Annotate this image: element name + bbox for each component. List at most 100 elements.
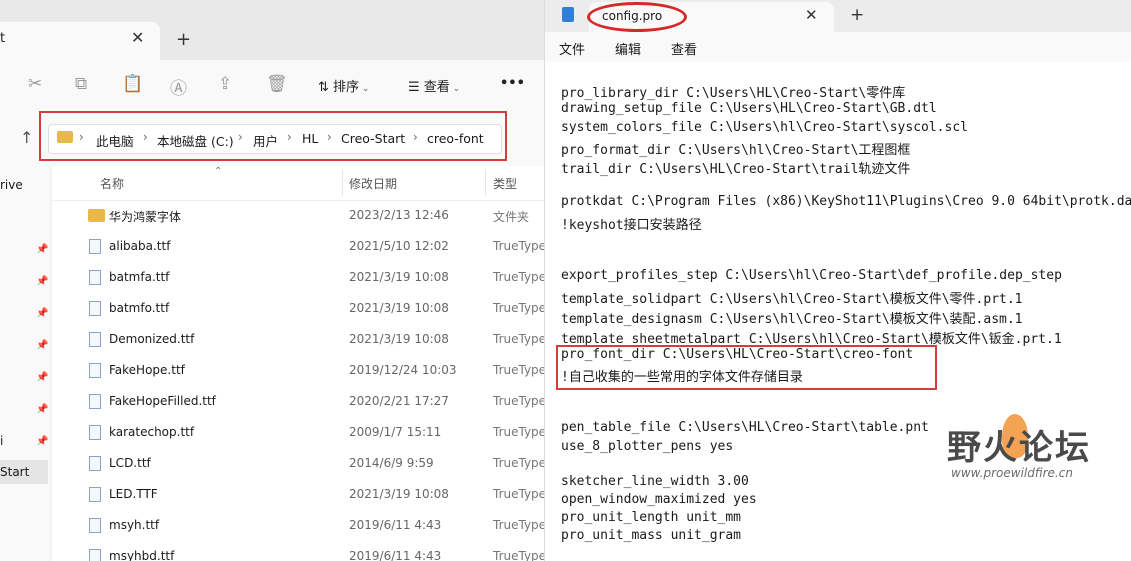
font-file-icon (89, 363, 101, 378)
menu-file[interactable]: 文件 (559, 39, 585, 58)
chevron-down-icon: ⌄ (449, 84, 461, 94)
notepad-window: config.pro ✕ + 文件 编辑 查看 pro_library_dir … (544, 0, 1131, 561)
up-arrow-icon[interactable]: ↑ (20, 128, 33, 147)
file-date: 2023/2/13 12:46 (349, 208, 449, 222)
file-name: LED.TTF (109, 487, 158, 501)
file-row[interactable]: LED.TTF 2021/3/19 10:08 TrueType (52, 479, 544, 510)
file-name: alibaba.ttf (109, 239, 171, 253)
close-tab-icon[interactable]: ✕ (131, 28, 144, 47)
share-icon[interactable]: ⇪ (218, 74, 232, 94)
column-divider[interactable] (485, 170, 486, 196)
address-highlight-box (39, 111, 507, 161)
font-file-icon (89, 239, 101, 254)
sort-button[interactable]: ⇅ 排序 ⌄ (318, 76, 369, 95)
font-file-icon (89, 518, 101, 533)
nav-item-drive[interactable]: rive (0, 178, 23, 192)
paste-icon[interactable]: 📋 (122, 74, 143, 94)
file-date: 2019/6/11 4:43 (349, 549, 442, 561)
code-line: use_8_plotter_pens yes (561, 439, 734, 454)
code-line: template_designasm C:\Users\hl\Creo-Star… (561, 312, 1023, 327)
file-type: TrueType (493, 456, 544, 470)
file-date: 2021/3/19 10:08 (349, 301, 449, 315)
code-line: pro_library_dir C:\Users\HL\Creo-Start\零… (561, 86, 906, 101)
column-modified[interactable]: 修改日期 (349, 175, 397, 192)
file-date: 2021/3/19 10:08 (349, 487, 449, 501)
file-row[interactable]: Demonized.ttf 2021/3/19 10:08 TrueType (52, 324, 544, 355)
menu-edit[interactable]: 编辑 (615, 39, 641, 58)
file-row[interactable]: alibaba.ttf 2021/5/10 12:02 TrueType (52, 231, 544, 262)
view-button[interactable]: ☰ 查看 ⌄ (408, 76, 460, 95)
file-name: batmfo.ttf (109, 301, 170, 315)
navigation-pane: rive 📌 📌 📌 📌 📌 📌 i 📌 Start (0, 166, 50, 561)
code-line: open_window_maximized yes (561, 492, 757, 507)
new-tab-icon[interactable]: + (850, 5, 864, 25)
column-divider[interactable] (342, 170, 343, 196)
file-date: 2021/5/10 12:02 (349, 239, 449, 253)
explorer-toolbar: ✂ ⧉ 📋 Ⓐ ⇪ 🗑 ⇅ 排序 ⌄ ☰ 查看 ⌄ ••• (0, 60, 544, 110)
new-tab-icon[interactable]: + (176, 29, 191, 50)
code-line: system_colors_file C:\Users\hl\Creo-Star… (561, 120, 968, 135)
column-type[interactable]: 类型 (493, 175, 517, 192)
file-type: TrueType (493, 270, 544, 284)
chevron-down-icon: ⌄ (359, 84, 370, 94)
cut-icon[interactable]: ✂ (28, 74, 42, 94)
code-line: !keyshot接口安装路径 (561, 218, 702, 233)
file-type: TrueType (493, 301, 544, 315)
view-label: 查看 (423, 80, 450, 95)
copy-icon[interactable]: ⧉ (75, 74, 87, 94)
rename-icon[interactable]: Ⓐ (170, 74, 187, 99)
file-row[interactable]: karatechop.ttf 2009/1/7 15:11 TrueType (52, 417, 544, 448)
file-name: msyhbd.ttf (109, 549, 175, 561)
more-options-icon[interactable]: ••• (500, 76, 525, 91)
file-name: FakeHope.ttf (109, 363, 185, 377)
watermark-logo: 野火论坛 www.proewildfire.cn (945, 414, 1125, 495)
file-list: ⌃ 名称 修改日期 类型 华为鸿蒙字体 2023/2/13 12:46 文件夹 … (52, 166, 544, 561)
file-row[interactable]: msyh.ttf 2019/6/11 4:43 TrueType (52, 510, 544, 541)
file-type: TrueType (493, 487, 544, 501)
column-name[interactable]: 名称 (100, 175, 124, 192)
sort-ascending-icon: ⌃ (214, 166, 223, 177)
code-line: pro_unit_length unit_mm (561, 510, 742, 525)
watermark-url: www.proewildfire.cn (951, 466, 1073, 480)
nav-item-partial[interactable]: i (0, 434, 3, 448)
file-row[interactable]: batmfo.ttf 2021/3/19 10:08 TrueType (52, 293, 544, 324)
file-row[interactable]: FakeHopeFilled.ttf 2020/2/21 17:27 TrueT… (52, 386, 544, 417)
font-file-icon (89, 487, 101, 502)
file-name: LCD.ttf (109, 456, 151, 470)
sort-label: 排序 (333, 80, 360, 95)
pin-icon: 📌 (36, 372, 49, 383)
file-explorer-window: t ✕ + ✂ ⧉ 📋 Ⓐ ⇪ 🗑 ⇅ 排序 ⌄ ☰ 查看 ⌄ ••• ↑ › … (0, 0, 544, 561)
close-tab-icon[interactable]: ✕ (805, 6, 818, 24)
pin-icon: 📌 (36, 276, 49, 287)
file-type: TrueType (493, 363, 544, 377)
explorer-tab[interactable]: t ✕ (0, 22, 160, 60)
delete-icon[interactable]: 🗑 (266, 74, 288, 94)
file-name: batmfa.ttf (109, 270, 170, 284)
file-name: msyh.ttf (109, 518, 160, 532)
file-row[interactable]: batmfa.ttf 2021/3/19 10:08 TrueType (52, 262, 544, 293)
file-date: 2020/2/21 17:27 (349, 394, 449, 408)
file-date: 2021/3/19 10:08 (349, 270, 449, 284)
file-row[interactable]: LCD.ttf 2014/6/9 9:59 TrueType (52, 448, 544, 479)
file-date: 2021/3/19 10:08 (349, 332, 449, 346)
code-line: pro_format_dir C:\Users\hl\Creo-Start\工程… (561, 143, 911, 158)
file-name: karatechop.ttf (109, 425, 195, 439)
file-type: 文件夹 (493, 210, 530, 224)
notepad-app-icon (562, 7, 574, 22)
file-row[interactable]: msyhbd.ttf 2019/6/11 4:43 TrueType (52, 541, 544, 561)
pin-icon: 📌 (36, 244, 49, 255)
code-line: protkdat C:\Program Files (x86)\KeyShot1… (561, 194, 1131, 209)
file-row[interactable]: FakeHope.ttf 2019/12/24 10:03 TrueType (52, 355, 544, 386)
file-type: TrueType (493, 394, 544, 408)
notepad-menu-bar: 文件 编辑 查看 (545, 32, 1131, 62)
font-file-icon (89, 301, 101, 316)
code-line: pro_unit_mass unit_gram (561, 528, 742, 543)
file-date: 2009/1/7 15:11 (349, 425, 442, 439)
code-line: export_profiles_step C:\Users\hl\Creo-St… (561, 268, 1062, 283)
file-row[interactable]: 华为鸿蒙字体 2023/2/13 12:46 文件夹 (52, 200, 544, 231)
nav-item-selected[interactable]: Start (0, 460, 48, 484)
font-file-icon (89, 425, 101, 440)
code-line: pen_table_file C:\Users\HL\Creo-Start\ta… (561, 420, 929, 435)
menu-view[interactable]: 查看 (671, 39, 697, 58)
nav-item-start: Start (0, 465, 30, 479)
